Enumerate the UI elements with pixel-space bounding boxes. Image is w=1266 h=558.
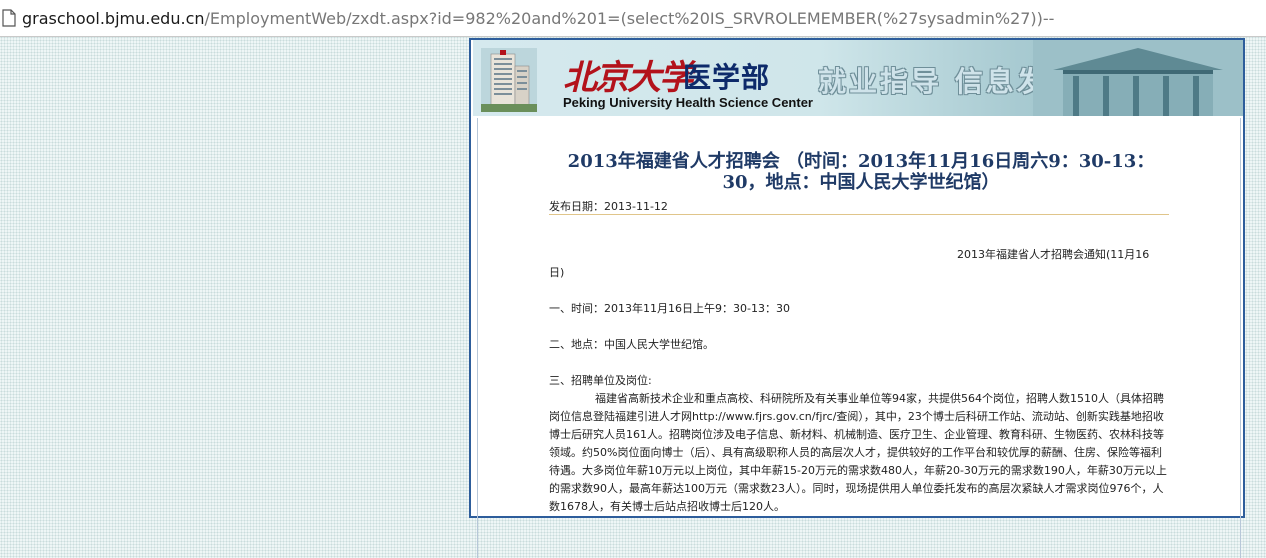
notice-heading: 2013年福建省人才招聘会通知(11月16 日) (549, 246, 1169, 282)
article-title: 2013年福建省人才招聘会 （时间：2013年11月16日周六9：30-13：3… (567, 151, 1155, 193)
section-employers: 三、招聘单位及岗位: 福建省高新技术企业和重点高校、科研院所及有关事业单位等94… (549, 372, 1169, 516)
notice-line-1: 2013年福建省人才招聘会通知(11月16 (957, 248, 1150, 261)
title-divider (549, 214, 1169, 215)
address-bar[interactable]: graschool.bjmu.edu.cn/EmploymentWeb/zxdt… (0, 0, 1266, 37)
pku-medical-label: 医学部 (683, 61, 771, 94)
section-location: 二、地点：中国人民大学世纪馆。 (549, 338, 714, 351)
pku-logo-script: 北京大学 (563, 58, 693, 98)
site-banner: 北京大学 医学部 Peking University Health Scienc… (473, 40, 1243, 116)
page-frame: 北京大学 医学部 Peking University Health Scienc… (469, 38, 1245, 558)
hospital-building-image (481, 48, 537, 112)
publish-date: 发布日期：2013-11-12 (549, 200, 668, 213)
url-host[interactable]: graschool.bjmu.edu.cn (22, 9, 205, 28)
section-employers-heading: 三、招聘单位及岗位: (549, 374, 652, 387)
page-icon (2, 9, 16, 27)
url-path[interactable]: /EmploymentWeb/zxdt.aspx?id=982%20and%20… (205, 9, 1055, 28)
section-time: 一、时间：2013年11月16日上午9：30-13：30 (549, 302, 790, 315)
section-employers-body: 福建省高新技术企业和重点高校、科研院所及有关事业单位等94家，共提供564个岗位… (549, 392, 1167, 513)
campus-gate-image (1033, 40, 1243, 116)
pku-english-name: Peking University Health Science Center (563, 95, 813, 110)
notice-line-2: 日) (549, 266, 565, 279)
